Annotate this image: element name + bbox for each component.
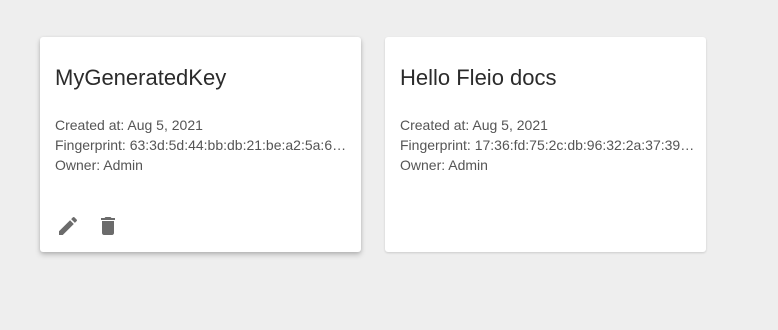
card-title: Hello Fleio docs: [400, 65, 557, 90]
card-details: Created at: Aug 5, 2021 Fingerprint: 17:…: [400, 115, 696, 175]
delete-button[interactable]: [95, 213, 121, 239]
ssh-key-card[interactable]: Hello Fleio docs Created at: Aug 5, 2021…: [385, 37, 706, 252]
ssh-key-card[interactable]: MyGeneratedKey Created at: Aug 5, 2021 F…: [40, 37, 361, 252]
delete-icon: [101, 217, 115, 235]
fingerprint: Fingerprint: 17:36:fd:75:2c:db:96:32:2a:…: [400, 137, 696, 153]
card-details: Created at: Aug 5, 2021 Fingerprint: 63:…: [55, 115, 351, 175]
card-actions: [55, 213, 121, 239]
owner: Owner: Admin: [400, 157, 488, 173]
ssh-keys-grid: MyGeneratedKey Created at: Aug 5, 2021 F…: [0, 0, 778, 330]
card-title: MyGeneratedKey: [55, 65, 227, 90]
edit-icon: [59, 216, 78, 235]
edit-button[interactable]: [55, 213, 81, 239]
owner: Owner: Admin: [55, 157, 143, 173]
created-at: Created at: Aug 5, 2021: [55, 117, 203, 133]
created-at: Created at: Aug 5, 2021: [400, 117, 548, 133]
fingerprint: Fingerprint: 63:3d:5d:44:bb:db:21:be:a2:…: [55, 137, 351, 153]
